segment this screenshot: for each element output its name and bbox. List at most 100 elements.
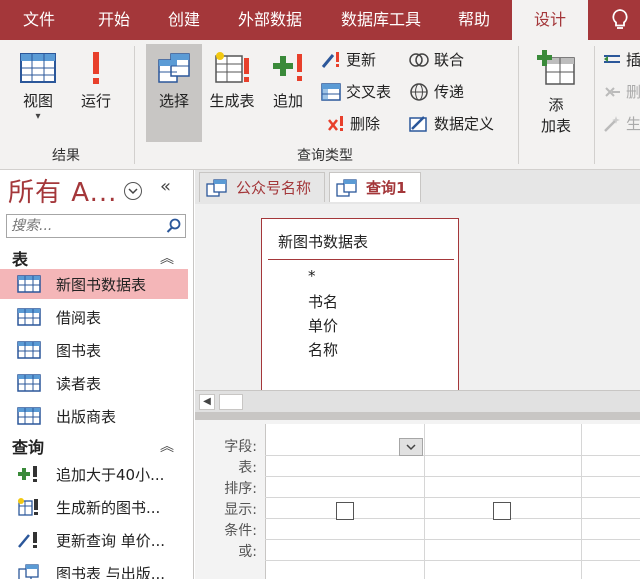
grid-row-line: [265, 497, 640, 498]
builder-button[interactable]: 生: [602, 112, 640, 136]
nav-item-table[interactable]: 借阅表: [0, 302, 188, 332]
builder-label: 生: [626, 115, 640, 133]
menu-database-tools[interactable]: 数据库工具: [322, 0, 440, 40]
wand-icon: [604, 116, 620, 132]
query-design-pane[interactable]: 新图书数据表 * 书名 单价 名称: [195, 204, 640, 390]
chevron-down-icon[interactable]: [124, 182, 142, 200]
scroll-left-icon[interactable]: ◀: [199, 394, 215, 410]
group-separator: [134, 46, 135, 164]
nav-item-table[interactable]: 读者表: [0, 368, 188, 398]
show-checkbox[interactable]: [336, 502, 354, 520]
show-checkbox[interactable]: [493, 502, 511, 520]
nav-item-table[interactable]: 出版商表: [0, 401, 188, 431]
data-definition-label: 数据定义: [434, 115, 495, 133]
update-query-icon: [16, 530, 42, 550]
globe-icon: [410, 83, 428, 101]
nav-item-query[interactable]: 生成新的图书...: [0, 492, 188, 522]
query-type-group-label: 查询类型: [297, 148, 353, 164]
collapse-pane-icon[interactable]: «: [160, 176, 171, 197]
navigation-pane: 所有 A... « 表 ︽ 新图书数据表 借阅表 图书表 读者表 出版商表 查询…: [0, 170, 194, 579]
add-table-button[interactable]: 添 加表: [532, 48, 580, 136]
nav-item-query[interactable]: 图书表 与出版...: [0, 558, 188, 579]
table-icon: [16, 373, 42, 393]
nav-pane-title[interactable]: 所有 A...: [8, 172, 117, 209]
field-dropdown-button[interactable]: [399, 438, 423, 456]
passthrough-button[interactable]: 传递: [408, 80, 464, 104]
chevron-down-icon: ▾: [35, 111, 41, 122]
grid-row-label: 或:: [238, 544, 257, 560]
delete-label: 删除: [350, 115, 381, 133]
menu-bar: 文件 开始 创建 外部数据 数据库工具 帮助 设计: [0, 0, 640, 40]
nav-item-query[interactable]: 追加大于40小...: [0, 459, 188, 489]
menu-home[interactable]: 开始: [78, 0, 150, 40]
select-query-icon: [206, 178, 227, 197]
grid-row-label: 表:: [238, 460, 257, 476]
grid-row-line: [265, 476, 640, 477]
delete-button[interactable]: 删除: [326, 112, 380, 136]
delete-x-icon: [328, 116, 343, 131]
menu-help[interactable]: 帮助: [440, 0, 508, 40]
insert-rows-button[interactable]: 插: [602, 48, 640, 72]
queries-section-header[interactable]: 查询: [12, 434, 44, 458]
search-icon[interactable]: [166, 218, 182, 234]
field-list-item[interactable]: *: [308, 267, 316, 285]
select-button[interactable]: 选择: [148, 50, 200, 111]
horizontal-scrollbar[interactable]: ◀: [195, 390, 640, 412]
field-list-title[interactable]: 新图书数据表: [278, 231, 368, 252]
field-list-item[interactable]: 书名: [308, 291, 338, 312]
grid-columns[interactable]: [265, 424, 640, 579]
group-separator: [518, 46, 519, 164]
select-query-icon: [16, 563, 42, 579]
tab-label: 公众号名称: [236, 179, 312, 197]
field-list-item[interactable]: 名称: [308, 339, 338, 360]
grid-row-label: 显示:: [224, 502, 257, 518]
nav-item-label: 新图书数据表: [56, 275, 147, 294]
union-button[interactable]: 联合: [408, 48, 464, 72]
search-input[interactable]: [11, 217, 161, 235]
delete-rows-label: 删: [626, 83, 640, 101]
run-label: 运行: [80, 92, 111, 110]
menu-design[interactable]: 设计: [512, 0, 588, 40]
menu-external-data[interactable]: 外部数据: [218, 0, 322, 40]
view-label: 视图: [22, 92, 53, 110]
document-area: 公众号名称 查询1 新图书数据表 * 书名 单价 名称 ◀ 字段: 表: 排序:…: [195, 170, 640, 579]
exclamation-icon: [93, 52, 99, 84]
select-query-icon: [158, 53, 190, 83]
tab-query-active[interactable]: 查询1: [329, 172, 421, 202]
ribbon: 视图 ▾ 运行 结果 选择 生成表 追加 更新 交叉表 删除 联合 传递 数据定…: [0, 40, 640, 170]
view-button[interactable]: 视图 ▾: [14, 50, 62, 122]
add-table-label-2: 加表: [540, 117, 571, 135]
crosstab-button[interactable]: 交叉表: [320, 80, 391, 104]
make-table-label: 生成表: [209, 92, 255, 110]
nav-item-table[interactable]: 新图书数据表: [0, 269, 188, 299]
nav-item-label: 读者表: [56, 374, 102, 393]
grid-row-line: [265, 539, 640, 540]
crosstab-label: 交叉表: [346, 83, 392, 101]
tab-query[interactable]: 公众号名称: [199, 172, 325, 202]
chevron-down-icon: [406, 444, 416, 451]
scrollbar-thumb[interactable]: [219, 394, 243, 410]
nav-item-query[interactable]: 更新查询 单价...: [0, 525, 188, 555]
field-list-item[interactable]: 单价: [308, 315, 338, 336]
tables-section-header[interactable]: 表: [12, 246, 28, 270]
chevron-up-icon[interactable]: ︽: [160, 248, 174, 268]
delete-rows-button[interactable]: 删: [602, 80, 640, 104]
field-list-table[interactable]: 新图书数据表 * 书名 单价 名称: [261, 218, 459, 390]
data-definition-button[interactable]: 数据定义: [408, 112, 494, 136]
grid-row-line: [265, 518, 640, 519]
run-button[interactable]: 运行: [74, 50, 118, 111]
chevron-up-icon[interactable]: ︽: [160, 436, 174, 456]
tab-label: 查询1: [366, 179, 407, 197]
make-table-button[interactable]: 生成表: [206, 50, 258, 111]
nav-item-label: 借阅表: [56, 308, 102, 327]
pane-splitter[interactable]: [195, 412, 640, 420]
menu-file[interactable]: 文件: [0, 0, 78, 40]
update-button[interactable]: 更新: [320, 48, 376, 72]
lightbulb-icon[interactable]: [600, 0, 640, 40]
append-button[interactable]: 追加: [266, 50, 310, 111]
results-group-label: 结果: [52, 148, 80, 164]
nav-item-table[interactable]: 图书表: [0, 335, 188, 365]
table-icon: [16, 274, 42, 294]
select-query-icon: [336, 178, 357, 197]
menu-create[interactable]: 创建: [150, 0, 218, 40]
